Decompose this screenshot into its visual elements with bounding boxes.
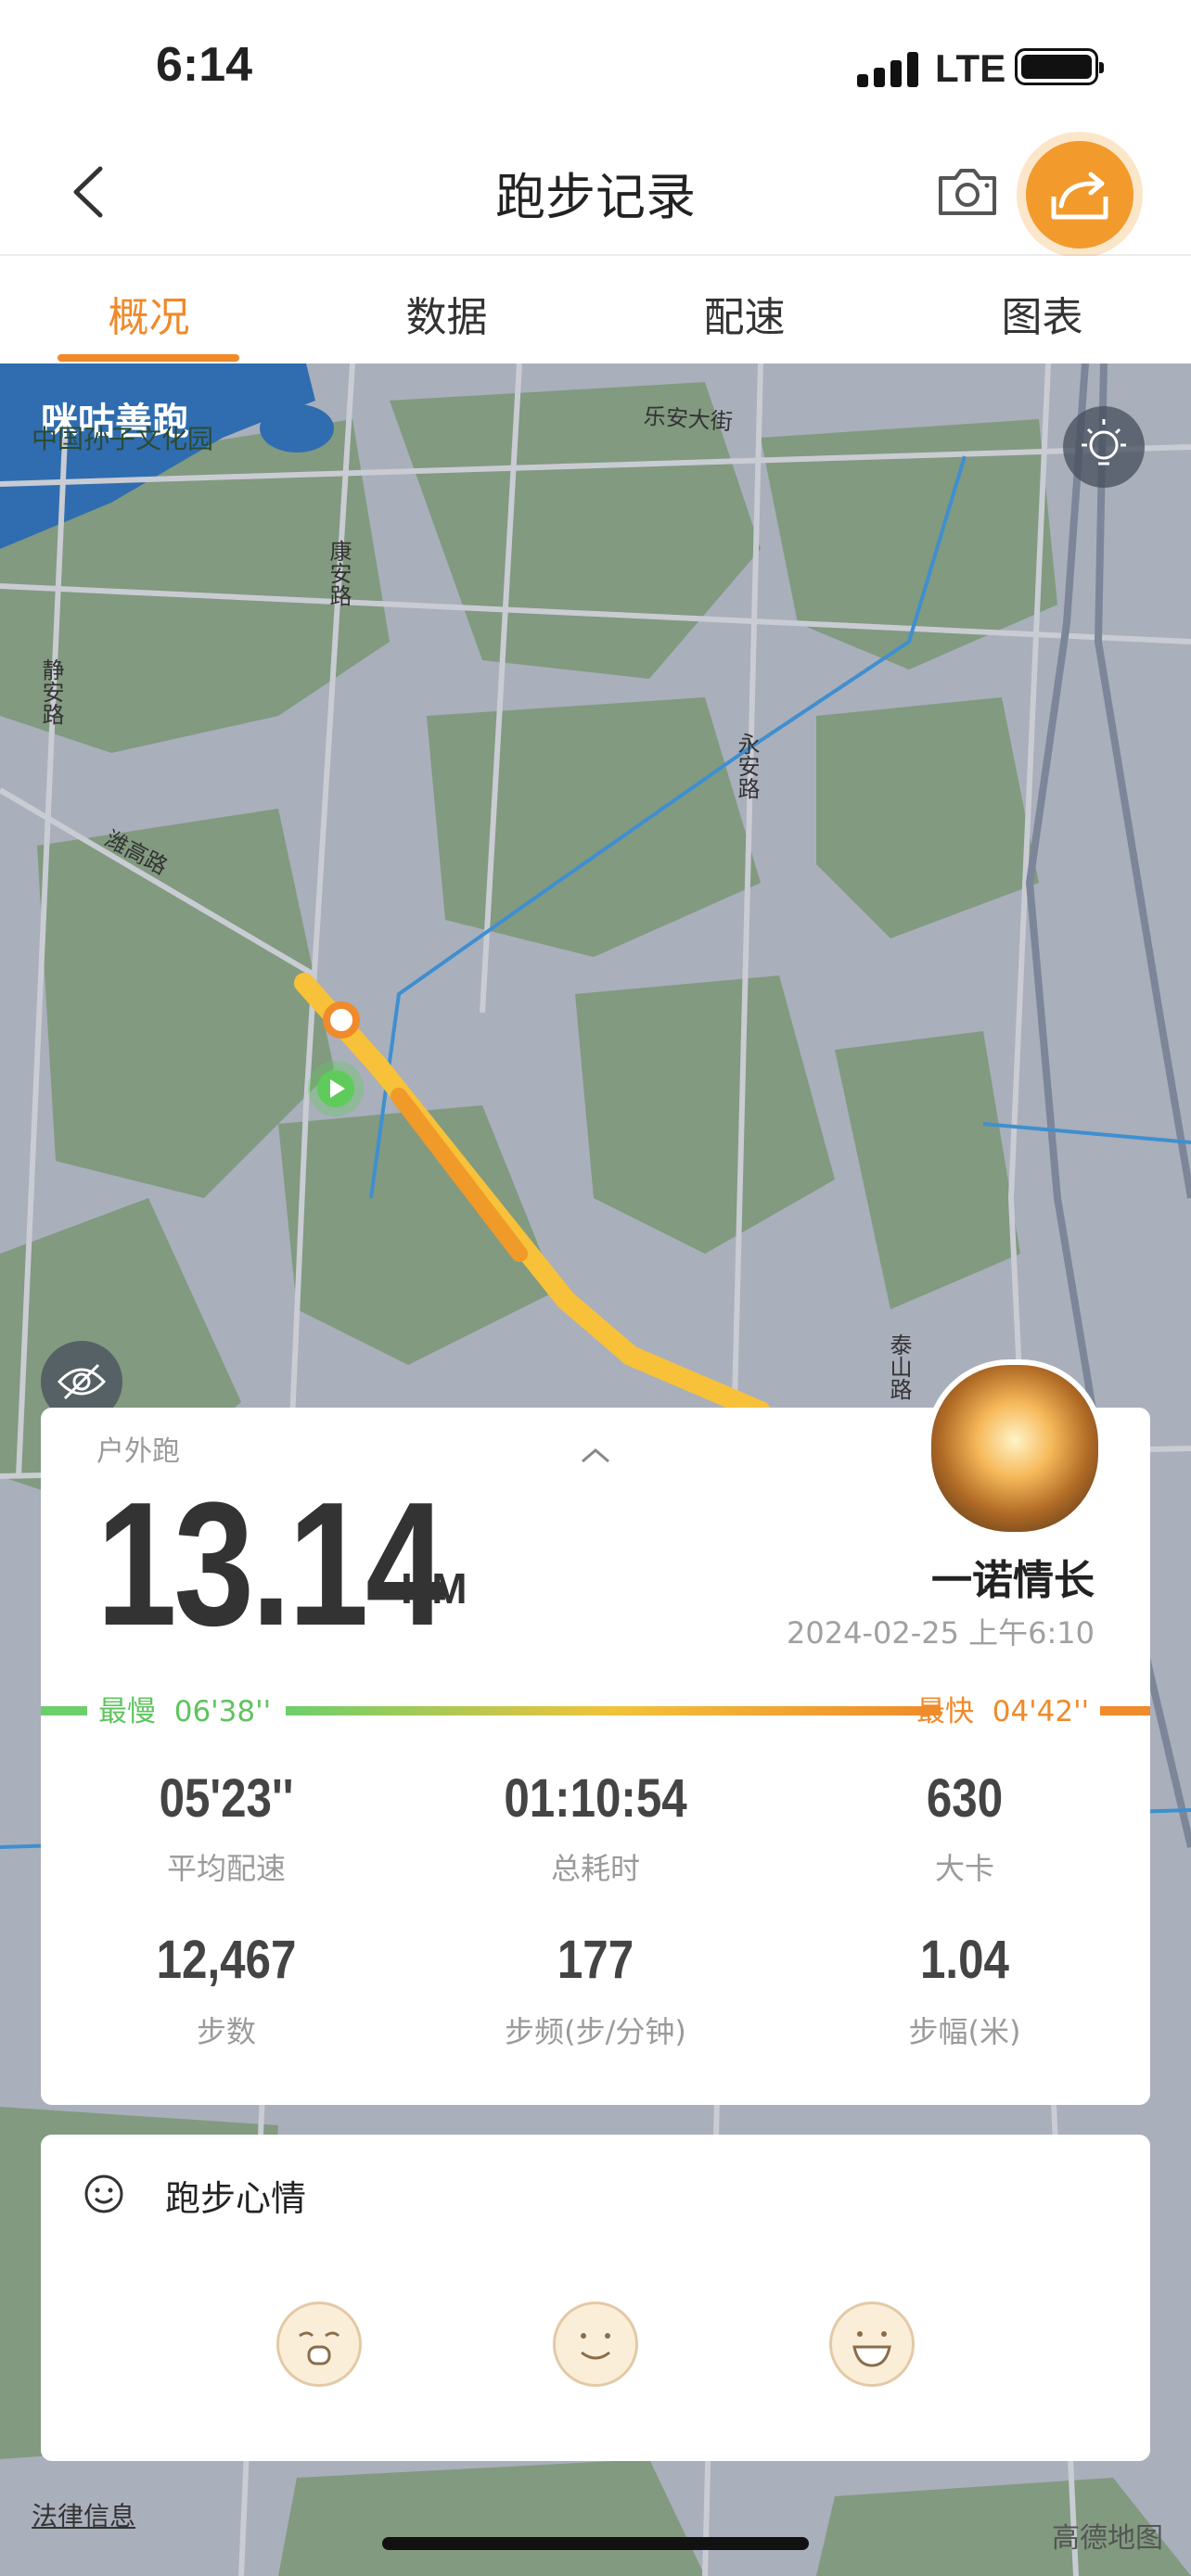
tab-indicator (58, 354, 239, 362)
share-icon (1051, 172, 1108, 220)
fastest-label-text: 最快 (916, 1695, 974, 1728)
camera-icon[interactable] (935, 163, 1000, 219)
run-summary-card: 户外跑 13.14 KM 一诺情长 2024-02-25 上午6:10 最慢 0… (41, 1359, 1150, 2105)
tab-charts[interactable]: 图表 (893, 284, 1191, 343)
total-time-value: 01:10:54 (504, 1768, 687, 1829)
cadence-value: 177 (557, 1930, 634, 1990)
mood-calm-button[interactable] (553, 2302, 638, 2387)
home-indicator[interactable] (382, 2537, 809, 2550)
avg-pace-label: 平均配速 (166, 1851, 286, 1886)
stride-label: 步幅(米) (908, 2014, 1021, 2049)
map-label-road: 静安路 (38, 658, 64, 725)
tab-bar: 概况 数据 配速 图表 (0, 256, 1191, 363)
page-title: 跑步记录 (495, 168, 696, 226)
light-button[interactable] (1063, 406, 1145, 488)
slowest-label-text: 最慢 (98, 1695, 156, 1728)
tab-pace[interactable]: 配速 (596, 284, 893, 343)
network-type: LTE (935, 46, 1006, 90)
map-provider-label: 高德地图 (1052, 2522, 1163, 2555)
cadence-label: 步频(步/分钟) (505, 2014, 686, 2049)
smiley-icon (84, 2174, 123, 2213)
pace-bar-left (41, 1706, 87, 1715)
distance-value: 13.14 (96, 1466, 446, 1663)
share-button[interactable] (1026, 141, 1133, 249)
calories-value: 630 (926, 1768, 1004, 1829)
steps-value: 12,467 (156, 1930, 297, 1990)
mood-title: 跑步心情 (165, 2178, 307, 2219)
avatar[interactable] (926, 1359, 1104, 1537)
fastest-label: 最快 04'42'' (916, 1688, 1089, 1729)
lightbulb-icon (1082, 419, 1126, 465)
tab-data[interactable]: 数据 (298, 284, 596, 343)
slowest-pace-value: 06'38'' (173, 1695, 272, 1728)
total-time-label: 总耗时 (550, 1851, 640, 1886)
run-mood-card: 跑步心情 (41, 2135, 1150, 2461)
map-label-road: 泰山路 (886, 1333, 912, 1400)
legal-info-link[interactable]: 法律信息 (32, 2496, 135, 2533)
map-label-road: 康安路 (326, 540, 352, 606)
tired-face-icon (299, 2331, 340, 2366)
battery-icon (1015, 48, 1104, 85)
pace-bar-right (1100, 1706, 1150, 1715)
username: 一诺情长 (931, 1557, 1095, 1604)
tab-overview[interactable]: 概况 (0, 284, 298, 343)
mood-tired-button[interactable] (276, 2302, 362, 2387)
slowest-label: 最慢 06'38'' (98, 1688, 271, 1729)
chevron-up-icon[interactable] (577, 1445, 614, 1467)
map-label-road: 乐安大街 (642, 402, 734, 436)
status-time: 6:14 (156, 38, 253, 92)
calories-label: 大卡 (934, 1851, 994, 1886)
happy-face-icon (852, 2331, 891, 2367)
fastest-pace-value: 04'42'' (992, 1695, 1090, 1728)
stride-value: 1.04 (920, 1930, 1009, 1990)
pace-gradient-bar (286, 1706, 941, 1715)
distance-unit: KM (401, 1564, 467, 1613)
map-label-road: 永安路 (734, 733, 760, 799)
run-datetime: 2024-02-25 上午6:10 (786, 1615, 1095, 1651)
map-label-park: 中国孙子文化园 (32, 424, 214, 454)
calm-face-icon (581, 2333, 610, 2360)
cellular-signal-icon (857, 52, 918, 87)
steps-label: 步数 (196, 2014, 256, 2049)
avg-pace-value: 05'23'' (159, 1768, 294, 1829)
mood-happy-button[interactable] (829, 2302, 915, 2387)
